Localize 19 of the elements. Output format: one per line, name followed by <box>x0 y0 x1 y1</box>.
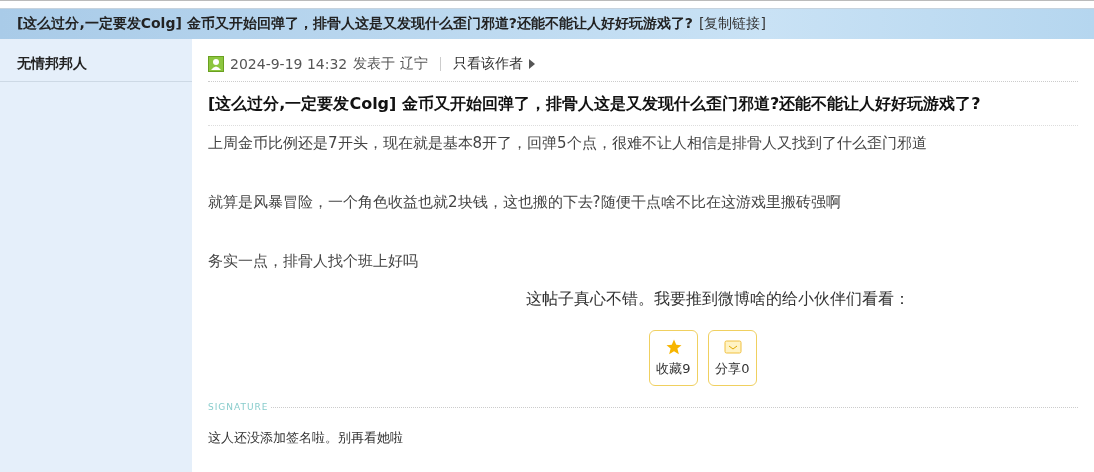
share-prompt: 这帖子真心不错。我要推到微博啥的给小伙伴们看看： <box>525 289 911 310</box>
caret-icon <box>528 59 535 69</box>
user-icon <box>208 56 224 72</box>
share-button[interactable]: 分享0 <box>708 330 757 386</box>
post-paragraph: 上周金币比例还是7开头，现在就是基本8开了，回弹5个点，很难不让人相信是排骨人又找到了什么歪门邪道 <box>208 134 928 154</box>
envelope-icon <box>723 338 742 356</box>
favorite-button[interactable]: 收藏9 <box>649 330 698 386</box>
post-paragraph: 务实一点，排骨人找个班上好吗 <box>208 252 419 271</box>
only-author-link[interactable]: 只看该作者 <box>452 55 523 73</box>
thread-title: [这么过分,一定要发Colg] 金币又开始回弹了，排骨人这是又发现什么歪门邪道?还能不能让人好好玩游戏了? <box>17 15 693 33</box>
author-name[interactable]: 无情邦邦人 <box>17 55 87 73</box>
star-icon <box>664 338 683 356</box>
post-location: 发表于 辽宁 <box>353 55 428 73</box>
post-date: 2024-9-19 14:32 <box>230 56 348 72</box>
copy-link[interactable]: [复制链接] <box>698 15 766 33</box>
post-title: [这么过分,一定要发Colg] 金币又开始回弹了，排骨人这是又发现什么歪门邪道?还能不能让人好好玩游戏了? <box>208 82 1078 126</box>
post-paragraph: 就算是风暴冒险，一个角色收益也就2块钱，这也搬的下去?随便干点啥不比在这游戏里搬砖强啊 <box>208 193 842 213</box>
signature-label: SIGNATURE <box>208 402 269 412</box>
signature-text: 这人还没添加签名啦。别再看她啦 <box>208 429 404 447</box>
